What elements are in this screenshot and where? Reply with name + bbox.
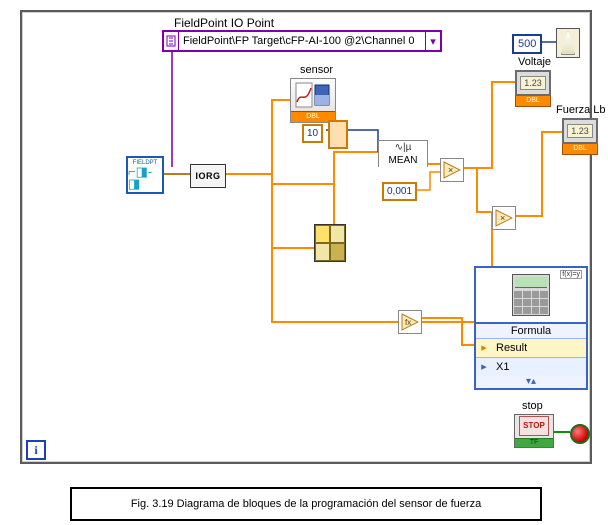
stop-button-face: STOP <box>519 416 549 436</box>
mean-label-row: MEAN <box>378 154 428 167</box>
formula-x1-label: X1 <box>492 358 586 376</box>
multiply-node-1: × <box>440 158 464 182</box>
scale-constant[interactable]: 0,001 <box>382 182 417 201</box>
io-path-dropdown-icon[interactable]: ▾ <box>425 32 440 50</box>
voltaje-label: Voltaje <box>518 56 551 68</box>
wait-ms-metronome-icon <box>556 28 580 58</box>
fuerza-label: Fuerza Lb <box>556 104 606 116</box>
array-index-terminal <box>328 120 348 149</box>
tf-type-tag: TF <box>515 438 553 447</box>
loop-iteration-terminal: i <box>26 440 46 460</box>
fieldpoint-glasses-icon: ⌐◨-◨ <box>128 166 162 190</box>
x1-in-arrow-icon: ▸ <box>476 358 492 376</box>
mean-function: ∿|µ MEAN <box>378 140 428 167</box>
loop-conditional-terminal <box>570 424 590 444</box>
labview-block-diagram: FieldPoint IO Point FieldPoint\FP Target… <box>0 0 608 525</box>
result-out-arrow-icon: ▸ <box>476 339 492 357</box>
formula-title: Formula <box>476 323 586 338</box>
multiply-node-2: × <box>492 206 516 230</box>
figure-caption: Fig. 3.19 Diagrama de bloques de la prog… <box>70 487 542 521</box>
voltaje-value: 1.23 <box>520 76 546 90</box>
voltaje-indicator-terminal: 1.23 DBL <box>515 70 551 107</box>
fieldpoint-read-node: IORG <box>190 164 226 188</box>
io-path-text: FieldPoint\FP Target\cFP-AI-100 @2\Chann… <box>179 35 425 47</box>
sensor-waveform-chart-terminal: DBL <box>290 78 336 123</box>
stop-label: stop <box>522 400 543 412</box>
io-path-handle-icon <box>164 32 179 50</box>
while-loop-frame: FieldPoint IO Point FieldPoint\FP Target… <box>20 10 592 464</box>
dbl-type-tag: DBL <box>515 96 551 107</box>
figure-caption-text: Fig. 3.19 Diagrama de bloques de la prog… <box>131 498 481 510</box>
formula-fxy-tag: f(x)=y <box>560 270 582 279</box>
sensor-label: sensor <box>300 64 333 76</box>
svg-text:fx: fx <box>405 318 411 327</box>
fuerza-value: 1.23 <box>567 124 593 138</box>
formula-express-vi[interactable]: f(x)=y Formula ▸ Result ▸ X1 ▾▴ <box>474 266 588 390</box>
formula-expand-chevron-icon[interactable]: ▾▴ <box>476 376 586 388</box>
loop-period-constant[interactable]: 500 <box>512 34 542 54</box>
formula-result-label: Result <box>492 339 586 357</box>
mean-glyph-row: ∿|µ <box>378 140 428 154</box>
fieldpoint-io-point-label: FieldPoint IO Point <box>174 16 274 30</box>
calculator-icon <box>512 274 550 316</box>
compute-node-lower: fx <box>398 310 422 334</box>
svg-text:×: × <box>448 165 453 175</box>
fieldpoint-io-path-control[interactable]: FieldPoint\FP Target\cFP-AI-100 @2\Chann… <box>162 30 442 52</box>
stop-button-terminal[interactable]: STOP TF <box>514 414 554 448</box>
fieldpoint-refnum-terminal: FIELDPT ⌐◨-◨ <box>126 156 164 194</box>
buffer-size-constant[interactable]: 10 <box>302 124 323 143</box>
dbl-type-tag: DBL <box>562 144 598 155</box>
bundle-node <box>314 224 346 262</box>
svg-text:×: × <box>500 213 505 223</box>
fuerza-indicator-terminal: 1.23 DBL <box>562 118 598 155</box>
